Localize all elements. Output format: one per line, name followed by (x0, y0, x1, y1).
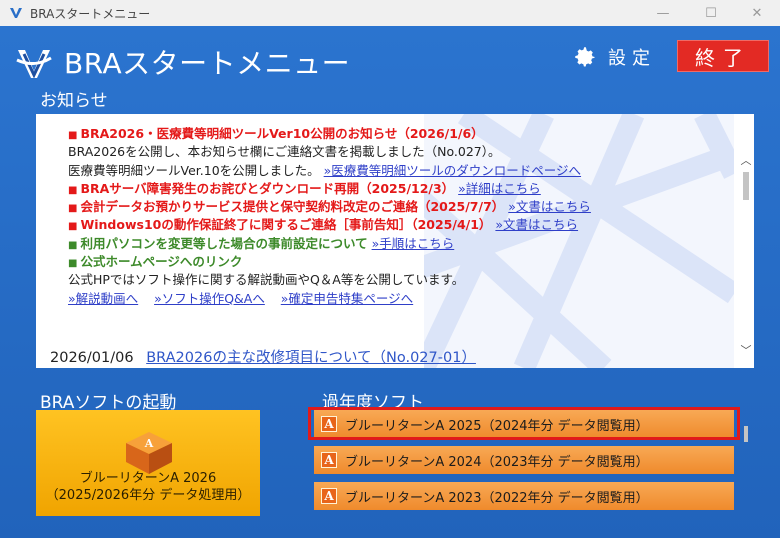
window-title: BRAスタートメニュー (30, 7, 151, 21)
news-section-title: お知らせ (40, 91, 108, 111)
news-item-pc-change: ■ 利用パソコンを変更等した場合の事前設定について »手順はこちら (68, 235, 738, 253)
bra-logo-icon (16, 50, 52, 79)
news-body-text: BRA2026を公開し、本お知らせ欄にご連絡文書を掲載しました（No.027）。 (68, 144, 501, 160)
settings-label: 設定 (608, 48, 656, 69)
past-item-2024[interactable]: A ブルーリターンA 2024（2023年分 データ閲覧用） (314, 446, 734, 474)
red-bullet-icon: ■ (68, 130, 78, 141)
maximize-button[interactable]: ☐ (688, 0, 734, 26)
footer-date: 2026/01/06 (50, 350, 134, 366)
past-list-scrollbar[interactable] (743, 410, 751, 538)
scroll-thumb[interactable] (743, 172, 749, 200)
main-area: BRAスタートメニュー 設定 終了 お知らせ ■ BRA2026・医療費等明細ツー… (0, 26, 780, 538)
news-headline: 公式ホームページへのリンク (80, 254, 243, 270)
title-bar: BRAスタートメニュー — ☐ ✕ (0, 0, 780, 26)
green-bullet-icon: ■ (68, 239, 78, 251)
past-item-2023[interactable]: A ブルーリターンA 2023（2022年分 データ閲覧用） (314, 482, 734, 510)
news-text: 公式HPではソフト操作に関する解説動画やQ＆A等を公開しています。 (68, 271, 738, 289)
green-bullet-icon: ■ (68, 258, 78, 270)
minimize-icon: — (656, 5, 670, 21)
selection-highlight (308, 407, 740, 440)
procedure-link[interactable]: »手順はこちら (372, 236, 455, 251)
red-bullet-icon: ■ (68, 203, 78, 215)
news-list: ■ BRA2026・医療費等明細ツールVer10公開のお知らせ（2026/1/6）… (68, 125, 738, 308)
news-panel: ■ BRA2026・医療費等明細ツールVer10公開のお知らせ（2026/1/6）… (36, 114, 754, 368)
news-item-server-outage: ■ BRAサーバ障害発生のお詫びとダウンロード再開（2025/12/3） »詳細は… (68, 180, 738, 198)
faq-link[interactable]: »ソフト操作Q&Aへ (154, 291, 265, 306)
document-link[interactable]: »文書はこちら (508, 199, 591, 214)
medical-tool-download-link[interactable]: »医療費等明細ツールのダウンロードページへ (324, 163, 581, 178)
app-logo-icon (10, 8, 22, 18)
news-scrollbar[interactable]: ︿ ﹀ (738, 114, 754, 368)
close-button[interactable]: ✕ (734, 0, 780, 26)
news-footer: 2026/01/06 BRA2026の主な改修項目について（No.027-01） (50, 346, 476, 367)
bra-a-icon: A (321, 452, 337, 468)
scroll-thumb[interactable] (744, 426, 748, 442)
news-item-windows10: ■ Windows10の動作保証終了に関するご連絡［事前告知］（2025/4/1）… (68, 216, 738, 234)
details-link[interactable]: »詳細はこちら (458, 181, 541, 196)
chevron-up-icon[interactable]: ︿ (738, 152, 754, 167)
news-text: BRA2026を公開し、本お知らせ欄にご連絡文書を掲載しました（No.027）。 (68, 143, 738, 161)
svg-text:A: A (144, 437, 154, 450)
past-item-label: ブルーリターンA 2023（2022年分 データ閲覧用） (345, 490, 649, 506)
tax-return-feature-link[interactable]: »確定申告特集ページへ (281, 291, 413, 306)
chevron-down-icon[interactable]: ﹀ (738, 342, 754, 357)
red-bullet-icon: ■ (68, 221, 78, 233)
news-headline: Windows10の動作保証終了に関するご連絡［事前告知］（2025/4/1） (80, 217, 492, 233)
news-links-row: »解説動画へ »ソフト操作Q&Aへ »確定申告特集ページへ (68, 290, 738, 308)
news-item-bra2026: ■ BRA2026・医療費等明細ツールVer10公開のお知らせ（2026/1/6） (68, 125, 738, 143)
close-icon: ✕ (751, 5, 763, 21)
news-headline: BRA2026・医療費等明細ツールVer10公開のお知らせ（2026/1/6） (80, 126, 484, 141)
bra-a-icon: A (321, 488, 337, 504)
news-headline: 会計データお預かりサービス提供と保守契約料改定のご連絡（2025/7/7） (80, 199, 505, 215)
revision-items-link[interactable]: BRA2026の主な改修項目について（No.027-01） (146, 350, 476, 366)
news-body-text: 公式HPではソフト操作に関する解説動画やQ＆A等を公開しています。 (68, 272, 465, 288)
news-headline: 利用パソコンを変更等した場合の事前設定について (80, 235, 368, 251)
news-item-data-service: ■ 会計データお預かりサービス提供と保守契約料改定のご連絡（2025/7/7） »… (68, 198, 738, 216)
settings-button[interactable]: 設定 (572, 42, 656, 72)
video-link[interactable]: »解説動画へ (68, 291, 138, 306)
launch-tile-sublabel: （2025/2026年分 データ処理用） (45, 488, 251, 503)
past-item-label: ブルーリターンA 2024（2023年分 データ閲覧用） (345, 454, 649, 470)
document-link[interactable]: »文書はこちら (495, 217, 578, 232)
red-bullet-icon: ■ (68, 184, 78, 196)
gear-icon (575, 47, 595, 67)
launch-bra2026-button[interactable]: A ブルーリターンA 2026 （2025/2026年分 データ処理用） (36, 410, 260, 516)
minimize-button[interactable]: — (640, 0, 686, 26)
news-body-text: 医療費等明細ツールVer.10を公開しました。 (68, 162, 320, 178)
exit-button[interactable]: 終了 (677, 40, 769, 72)
news-item-homepage: ■ 公式ホームページへのリンク (68, 253, 738, 271)
maximize-icon: ☐ (705, 5, 717, 21)
app-title: BRAスタートメニュー (64, 47, 351, 80)
news-headline: BRAサーバ障害発生のお詫びとダウンロード再開（2025/12/3） (80, 180, 455, 196)
news-text: 医療費等明細ツールVer.10を公開しました。 »医療費等明細ツールのダウンロー… (68, 162, 738, 180)
